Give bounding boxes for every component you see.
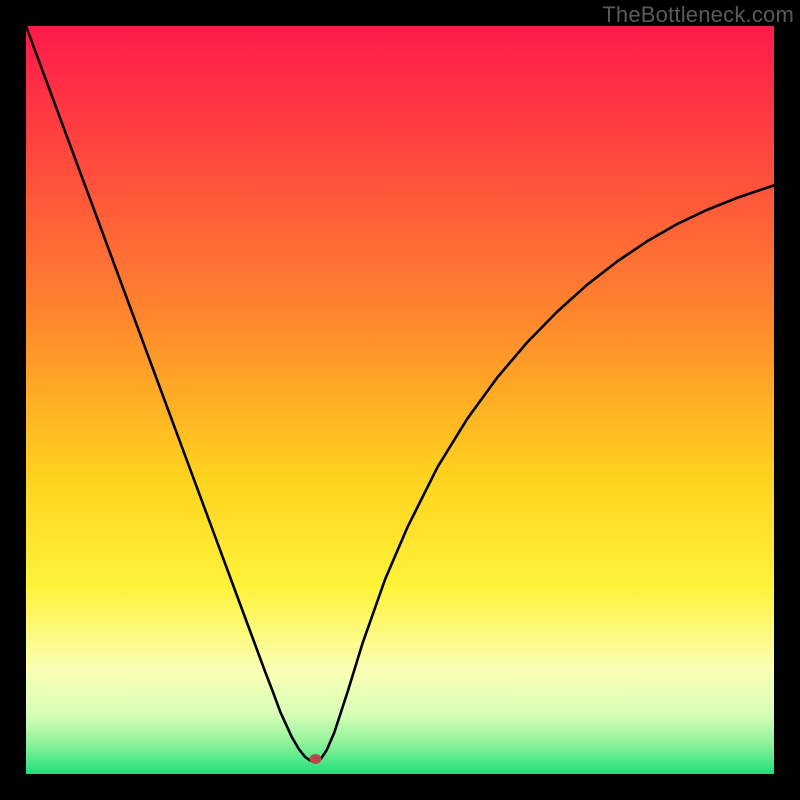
chart-frame [26, 26, 774, 774]
bottleneck-chart [26, 26, 774, 774]
watermark-text: TheBottleneck.com [602, 2, 794, 28]
chart-background [26, 26, 774, 774]
optimal-marker [309, 754, 321, 764]
